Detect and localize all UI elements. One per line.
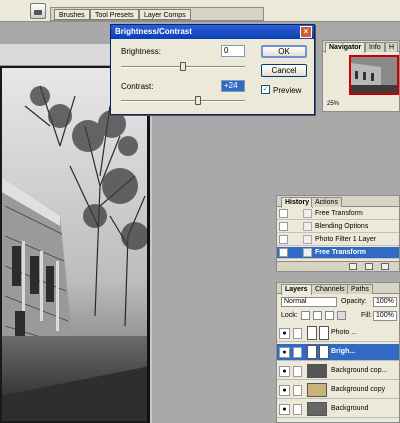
tab-channels[interactable]: Channels	[311, 284, 349, 294]
snapshot-source-checkbox[interactable]	[279, 235, 288, 244]
trash-icon[interactable]	[381, 263, 389, 270]
lock-label: Lock:	[281, 312, 298, 319]
snapshot-source-checkbox[interactable]	[279, 209, 288, 218]
history-item-label: Free Transform	[315, 249, 366, 256]
tab-actions[interactable]: Actions	[311, 197, 342, 207]
eye-icon[interactable]: ●	[279, 404, 290, 415]
layer-mask-thumbnail[interactable]	[319, 345, 329, 359]
eye-icon[interactable]: ●	[279, 347, 290, 358]
preview-label: Preview	[273, 86, 302, 95]
layer-name: Background	[331, 405, 369, 412]
history-tabrow: History Actions	[277, 196, 399, 208]
fill-label: Fill:	[361, 312, 372, 319]
layers-tabrow: Layers Channels Paths	[277, 283, 399, 295]
contrast-label: Contrast:	[121, 82, 154, 91]
layer-row[interactable]: ● Photo ...	[277, 325, 399, 342]
tab-tool-presets[interactable]: Tool Presets	[90, 9, 139, 20]
layer-thumbnail[interactable]	[307, 383, 327, 397]
new-document-icon[interactable]	[349, 263, 357, 270]
palette-well: Brushes Tool Presets Layer Comps	[50, 7, 264, 21]
new-snapshot-icon[interactable]	[365, 263, 373, 270]
tab-history[interactable]: History	[281, 197, 314, 208]
history-state-icon	[303, 222, 312, 231]
eye-icon[interactable]: ●	[279, 328, 290, 339]
history-item-label: Photo Filter 1 Layer	[315, 236, 377, 243]
contrast-slider[interactable]	[121, 100, 245, 102]
opacity-label: Opacity:	[341, 298, 367, 305]
layer-link-icon[interactable]	[293, 404, 302, 415]
eye-icon[interactable]: ●	[279, 366, 290, 377]
brightness-label: Brightness:	[121, 47, 162, 56]
layer-row[interactable]: ● Background cop...	[277, 363, 399, 380]
lock-all-icon[interactable]	[337, 311, 346, 320]
eye-icon[interactable]: ●	[279, 385, 290, 396]
history-item[interactable]: Free Transform	[277, 208, 399, 220]
tab-paths[interactable]: Paths	[347, 284, 373, 294]
history-footer	[277, 261, 399, 271]
layer-row[interactable]: ● Brigh...	[277, 344, 399, 361]
contrast-slider-thumb[interactable]	[194, 96, 201, 105]
layer-link-icon[interactable]	[293, 366, 302, 377]
history-state-icon	[303, 209, 312, 218]
navigator-preview[interactable]	[349, 55, 399, 95]
layer-link-icon[interactable]	[293, 328, 302, 339]
options-bar: Brushes Tool Presets Layer Comps	[0, 0, 400, 22]
snapshot-source-checkbox[interactable]	[279, 248, 288, 257]
history-panel: History Actions Free Transform Blending O…	[276, 195, 400, 272]
blend-mode-select[interactable]: Normal	[281, 297, 337, 307]
history-state-icon	[303, 235, 312, 244]
lock-position-icon[interactable]	[325, 311, 334, 320]
layer-row[interactable]: ● Background copy	[277, 382, 399, 399]
photo-image	[0, 66, 147, 423]
snapshot-source-checkbox[interactable]	[279, 222, 288, 231]
lock-transparency-icon[interactable]	[301, 311, 310, 320]
tab-histogram[interactable]: H	[385, 42, 399, 52]
tab-navigator[interactable]: Navigator	[325, 42, 366, 53]
brightness-contrast-dialog: Brightness/Contrast × Brightness: 0 Cont…	[110, 24, 315, 115]
layer-row[interactable]: ● Background	[277, 401, 399, 418]
close-icon[interactable]: ×	[300, 26, 312, 38]
history-item[interactable]: Blending Options	[277, 221, 399, 233]
layer-name: Brigh...	[331, 348, 356, 355]
tab-layers[interactable]: Layers	[281, 284, 312, 295]
layer-name: Photo ...	[331, 329, 358, 336]
lock-pixels-icon[interactable]	[313, 311, 322, 320]
layer-mask-thumbnail[interactable]	[319, 326, 329, 340]
navigator-panel: Navigator Info H 25%	[322, 40, 400, 112]
cancel-button[interactable]: Cancel	[261, 64, 307, 77]
layer-link-icon[interactable]	[293, 385, 302, 396]
opacity-field[interactable]: 100%	[373, 297, 397, 307]
ok-button[interactable]: OK	[261, 45, 307, 58]
tool-preset-icon[interactable]	[30, 3, 46, 19]
layer-name: Background copy	[331, 386, 386, 393]
layer-thumbnail[interactable]	[307, 345, 317, 359]
layer-thumbnail[interactable]	[307, 326, 317, 340]
brightness-field[interactable]: 0	[221, 45, 245, 57]
history-item-label: Free Transform	[315, 210, 363, 217]
dialog-title: Brightness/Contrast	[115, 27, 192, 36]
fill-field[interactable]: 100%	[373, 311, 397, 321]
layer-name: Background cop...	[331, 367, 388, 374]
tab-info[interactable]: Info	[365, 42, 385, 52]
layer-thumbnail[interactable]	[307, 364, 327, 378]
history-item[interactable]: Free Transform	[277, 247, 399, 259]
document-canvas[interactable]	[0, 66, 150, 423]
history-item[interactable]: Photo Filter 1 Layer	[277, 234, 399, 246]
contrast-field[interactable]: +24	[221, 80, 245, 92]
preview-checkbox[interactable]: ✓	[261, 85, 270, 94]
brightness-slider-thumb[interactable]	[180, 62, 186, 71]
tab-layer-comps[interactable]: Layer Comps	[139, 9, 191, 20]
navigator-zoom-value[interactable]: 25%	[327, 101, 339, 107]
history-item-label: Blending Options	[315, 223, 369, 230]
layer-link-icon[interactable]	[293, 347, 302, 358]
layer-thumbnail[interactable]	[307, 402, 327, 416]
dialog-titlebar[interactable]: Brightness/Contrast ×	[111, 25, 314, 39]
navigator-tabrow: Navigator Info H	[323, 41, 399, 53]
tab-brushes[interactable]: Brushes	[54, 9, 90, 20]
history-state-icon	[303, 248, 312, 257]
layers-panel: Layers Channels Paths Normal Opacity: 10…	[276, 282, 400, 423]
